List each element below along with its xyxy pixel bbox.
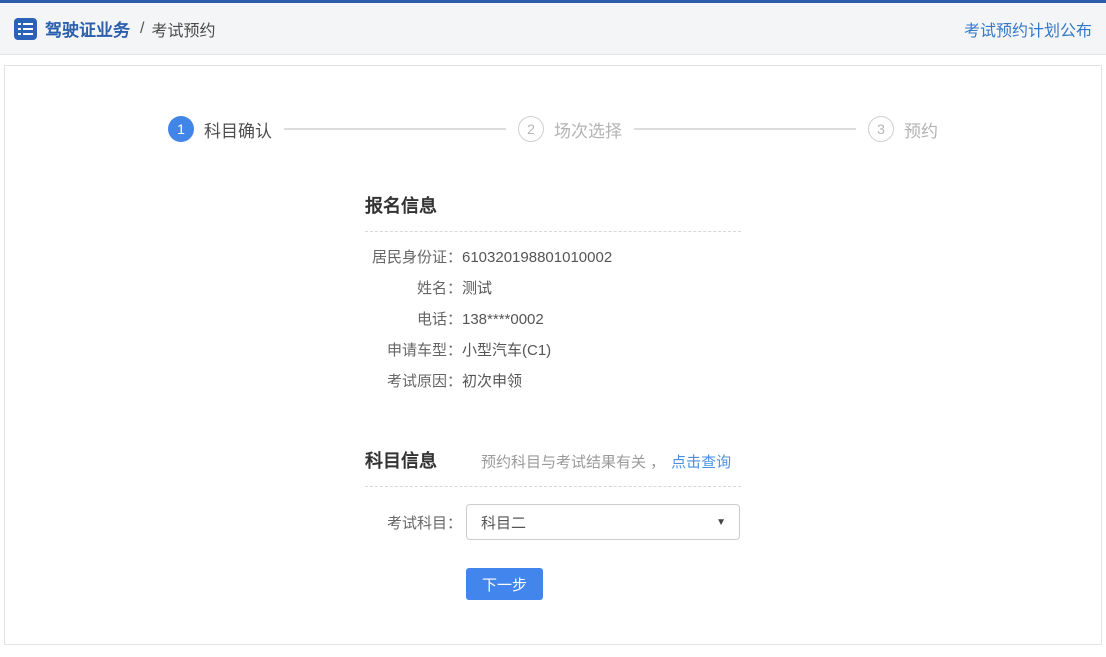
step-1-circle: 1 [168,116,194,142]
subject-note: 预约科目与考试结果有关 ， [481,451,665,472]
breadcrumb-primary[interactable]: 驾驶证业务 [45,16,130,41]
step-2-circle: 2 [518,116,544,142]
breadcrumb: 驾驶证业务 / 考试预约 [14,16,215,41]
step-3-circle: 3 [868,116,894,142]
field-label: 居民身份证： [365,242,462,273]
field-value: 610320198801010002 [462,242,612,273]
step-reserve: 3 预约 [868,116,938,142]
exam-subject-label: 考试科目： [365,512,462,533]
registration-fields: 居民身份证： 610320198801010002 姓名： 测试 电话： 138… [365,232,741,397]
actions-row: 下一步 [365,568,741,600]
field-name: 姓名： 测试 [365,273,741,304]
step-3-label: 预约 [904,117,938,142]
step-subject-confirm: 1 科目确认 [168,116,272,142]
field-label: 申请车型： [365,335,462,366]
chevron-down-icon: ▼ [716,517,726,528]
step-connector [284,128,506,130]
breadcrumb-secondary: 考试预约 [151,17,215,41]
query-result-link[interactable]: 点击查询 [671,451,731,472]
breadcrumb-separator: / [140,20,144,38]
field-value: 测试 [462,273,492,304]
subject-title: 科目信息 [365,447,437,473]
step-1-label: 科目确认 [204,117,272,142]
list-icon [14,18,37,40]
field-value: 初次申领 [462,366,522,397]
subject-section-header: 科目信息 预约科目与考试结果有关 ， 点击查询 [365,447,741,487]
step-indicator: 1 科目确认 2 场次选择 3 预约 [5,66,1101,142]
exam-subject-row: 考试科目： 科目二 ▼ [365,504,741,540]
field-label: 考试原因： [365,366,462,397]
step-connector [634,128,856,130]
next-step-button[interactable]: 下一步 [466,568,543,600]
field-exam-reason: 考试原因： 初次申领 [365,366,741,397]
field-id-number: 居民身份证： 610320198801010002 [365,242,741,273]
registration-title: 报名信息 [365,192,437,218]
field-phone: 电话： 138****0002 [365,304,741,335]
exam-subject-selected-value: 科目二 [481,512,526,533]
field-label: 电话： [365,304,462,335]
exam-plan-link[interactable]: 考试预约计划公布 [964,17,1092,41]
field-vehicle-type: 申请车型： 小型汽车(C1) [365,335,741,366]
field-value: 138****0002 [462,304,544,335]
field-value: 小型汽车(C1) [462,335,551,366]
exam-subject-select[interactable]: 科目二 ▼ [466,504,740,540]
form-content: 报名信息 居民身份证： 610320198801010002 姓名： 测试 电话… [365,192,741,600]
page-header: 驾驶证业务 / 考试预约 考试预约计划公布 [0,3,1106,55]
registration-section-header: 报名信息 [365,192,741,232]
step-2-label: 场次选择 [554,117,622,142]
main-panel: 1 科目确认 2 场次选择 3 预约 报名信息 居民身份证： 610320198… [4,65,1102,645]
field-label: 姓名： [365,273,462,304]
step-session-select: 2 场次选择 [518,116,622,142]
